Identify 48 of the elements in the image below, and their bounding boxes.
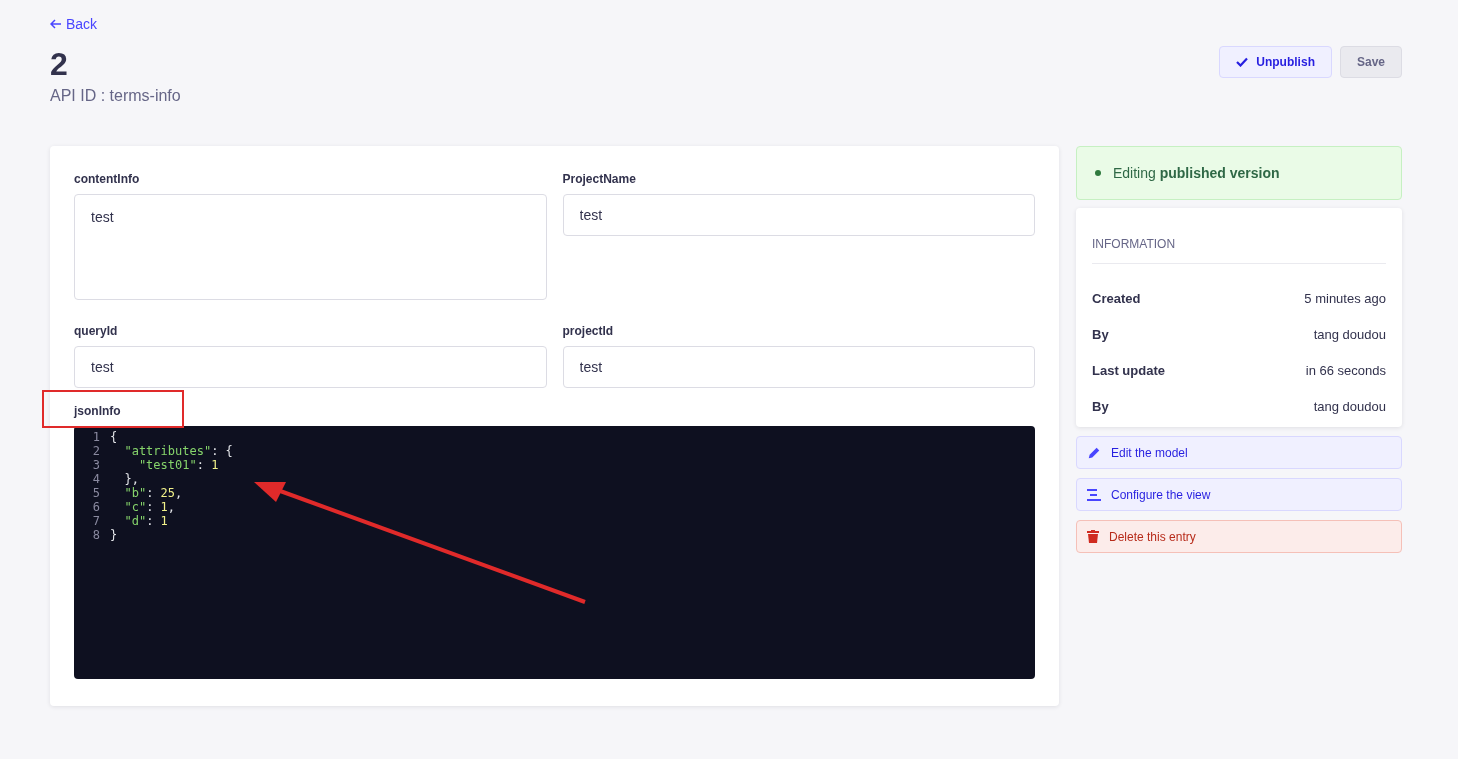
line-number: 6 — [91, 500, 100, 514]
edit-model-button[interactable]: Edit the model — [1076, 436, 1402, 469]
list-icon — [1087, 488, 1101, 501]
code-line: }, — [123, 472, 139, 486]
code-line: } — [110, 528, 118, 542]
back-link[interactable]: Back — [50, 14, 181, 34]
code-line: "test01": 1 — [137, 458, 219, 472]
line-number: 4 — [91, 472, 100, 486]
info-label: Last update — [1092, 362, 1165, 380]
page-title: 2 — [50, 48, 69, 80]
code-line: "attributes": { — [123, 444, 233, 458]
info-label: By — [1092, 398, 1109, 416]
info-label: By — [1092, 326, 1109, 344]
info-value: tang doudou — [1313, 326, 1386, 344]
code-line: "d": 1 — [123, 514, 168, 528]
configure-view-button[interactable]: Configure the view — [1076, 478, 1402, 511]
line-number: 5 — [91, 486, 100, 500]
line-number: 1 — [91, 430, 100, 444]
code-line: { — [110, 430, 118, 444]
line-number: 3 — [91, 458, 100, 472]
pencil-icon — [1087, 445, 1101, 460]
info-value: tang doudou — [1313, 398, 1386, 416]
code-editor[interactable]: 1 { 2 "attributes": { 3 "test01": 1 4 }, 5 "b": 25, 6 "c": 1, 7 "d": 1 8 } — [74, 426, 1035, 679]
unpublish-button[interactable]: Unpublish — [1219, 46, 1332, 78]
field-label: jsonInfo — [74, 403, 121, 420]
trash-icon — [1087, 530, 1099, 543]
code-line: "c": 1, — [123, 500, 176, 514]
input-field[interactable]: test — [562, 346, 1035, 388]
api-id-text: API ID : terms-info — [50, 86, 181, 106]
text-area[interactable]: test — [74, 194, 547, 300]
delete-entry-button[interactable]: Delete this entry — [1076, 520, 1402, 553]
status-text: Editing published version — [1113, 164, 1280, 183]
check-icon — [1236, 57, 1249, 67]
input-field[interactable]: test — [562, 194, 1035, 236]
line-number: 2 — [91, 444, 100, 458]
info-label: Created — [1092, 290, 1141, 308]
field-label: queryId — [74, 323, 119, 340]
info-value: in 66 seconds — [1305, 362, 1386, 380]
field-label: ProjectName — [562, 171, 637, 188]
info-value: 5 minutes ago — [1304, 290, 1386, 308]
line-number: 7 — [91, 514, 100, 528]
arrow-left-icon — [50, 19, 62, 29]
field-label: contentInfo — [74, 171, 141, 188]
code-line: "b": 25, — [123, 486, 183, 500]
input-field[interactable]: test — [74, 346, 547, 388]
field-label: projectId — [562, 323, 615, 340]
line-number: 8 — [91, 528, 100, 542]
information-title: INFORMATION — [1092, 235, 1386, 264]
